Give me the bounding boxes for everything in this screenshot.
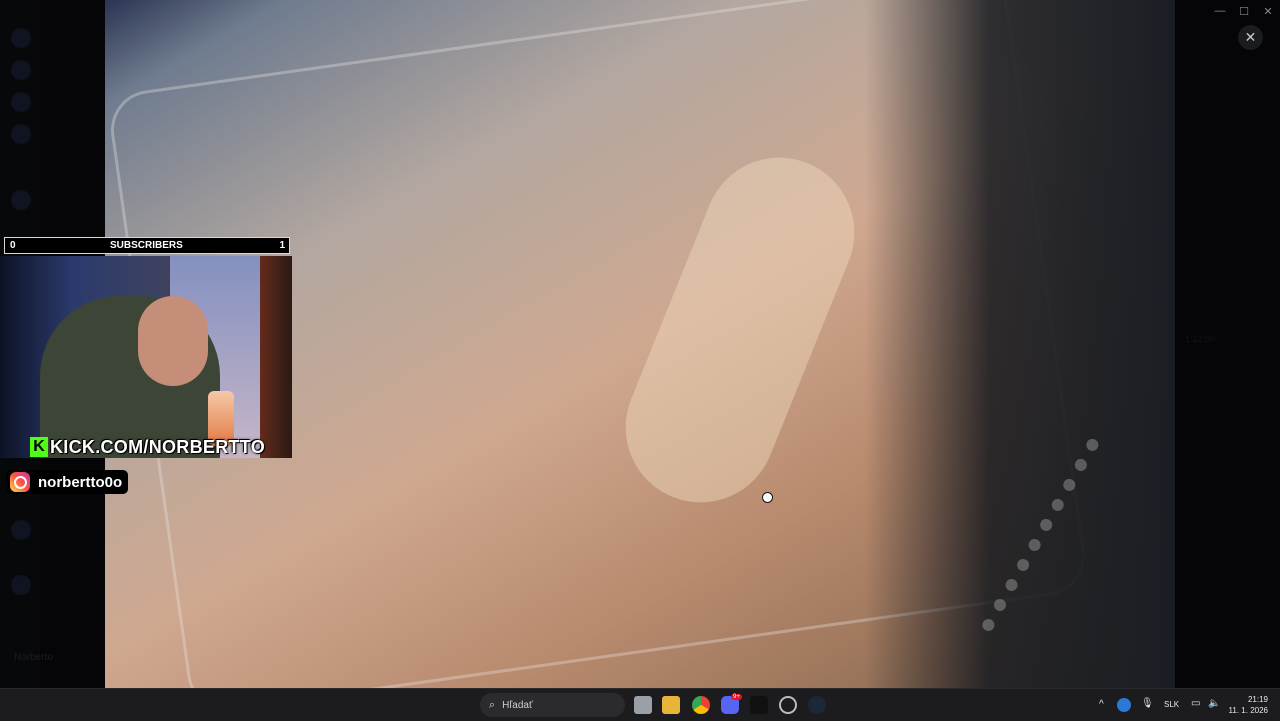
current-user-name: Norberto xyxy=(14,652,53,663)
discord-badge: 9+ xyxy=(731,694,742,700)
streamer-head xyxy=(138,296,208,386)
server-icon[interactable] xyxy=(11,190,31,210)
subscriber-goal-label: SUBSCRIBERS xyxy=(110,240,183,251)
instagram-badge: norbertto0o xyxy=(6,470,129,494)
taskbar-search[interactable]: ⌕ Hľadať xyxy=(480,693,625,717)
clock-date: 11. 1. 2026 xyxy=(1228,706,1268,715)
show-hidden-icons-chevron-icon[interactable]: ^ xyxy=(1099,699,1104,710)
chrome-icon[interactable] xyxy=(692,696,710,714)
instagram-icon xyxy=(10,472,30,492)
system-clock[interactable]: 21:19 11. 1. 2026 xyxy=(1228,694,1268,716)
microphone-icon[interactable]: 🎙 xyxy=(1141,698,1154,709)
search-icon: ⌕ xyxy=(489,698,496,711)
viewer-close-button[interactable]: ✕ xyxy=(1238,25,1263,50)
subscriber-goal-bar: 0 SUBSCRIBERS 1 xyxy=(4,237,290,254)
subscriber-goal-target: 1 xyxy=(279,240,285,251)
task-view-icon[interactable] xyxy=(634,696,652,714)
server-icon[interactable] xyxy=(11,124,31,144)
network-icon[interactable]: ▭ xyxy=(1191,698,1200,709)
subscriber-goal-start: 0 xyxy=(10,240,16,251)
server-icon[interactable] xyxy=(11,60,31,80)
server-icon[interactable] xyxy=(11,28,31,48)
steam-helper-icon[interactable] xyxy=(779,696,797,714)
steam-icon[interactable] xyxy=(808,696,826,714)
clock-time: 21:19 xyxy=(1247,695,1268,704)
server-icon[interactable] xyxy=(11,520,31,540)
taskbar: ⌕ Hľadať 9+ ^ 🎙 SLK ▭ 🔈 21:19 11. 1. 202… xyxy=(0,688,1280,721)
server-icon[interactable] xyxy=(11,92,31,112)
zoom-out-cursor-icon xyxy=(762,492,773,503)
kick-logo-icon: K xyxy=(30,437,48,457)
background-timestamp: 1:12:00 xyxy=(1185,334,1216,344)
webcam-feed xyxy=(0,256,292,458)
minimize-button[interactable]: — xyxy=(1208,0,1232,22)
obs-icon[interactable] xyxy=(750,696,768,714)
maximize-button[interactable]: ☐ xyxy=(1232,0,1256,22)
kick-banner: K KICK.COM/NORBERTTO xyxy=(30,436,265,458)
instagram-handle: norbertto0o xyxy=(38,473,123,491)
kick-url: KICK.COM/NORBERTTO xyxy=(50,436,266,457)
language-indicator[interactable]: SLK xyxy=(1164,700,1179,709)
onedrive-icon[interactable] xyxy=(1117,698,1131,712)
file-explorer-icon[interactable] xyxy=(662,696,680,714)
volume-icon[interactable]: 🔈 xyxy=(1208,698,1220,709)
window-close-button[interactable]: ✕ xyxy=(1256,0,1280,22)
start-icon[interactable] xyxy=(455,696,473,714)
server-icon[interactable] xyxy=(11,575,31,595)
search-placeholder: Hľadať xyxy=(502,699,533,711)
